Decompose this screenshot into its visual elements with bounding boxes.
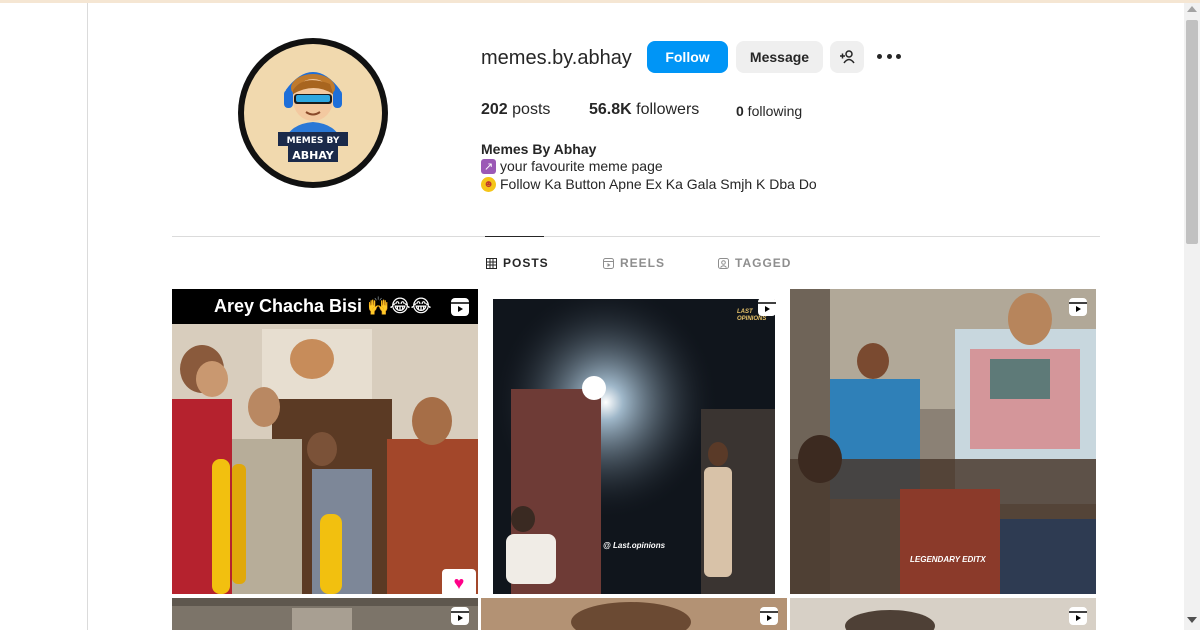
reel-icon (1069, 607, 1087, 625)
tab-posts[interactable]: POSTS (486, 256, 549, 270)
arrow-emoji-icon: ↗ (481, 158, 496, 174)
avatar-text-top: MEMES BY (287, 136, 340, 146)
scroll-up-arrow-icon[interactable] (1187, 6, 1197, 12)
follow-button[interactable]: Follow (647, 41, 728, 73)
bio-line-1-text: your favourite meme page (500, 158, 663, 174)
bio-line-2-text: Follow Ka Button Apne Ex Ka Gala Smjh K … (500, 176, 817, 192)
post-tile-2[interactable]: @ Last.opinions LAST OPINIONS (481, 289, 787, 594)
message-button[interactable]: Message (736, 41, 823, 73)
reels-icon (603, 257, 614, 269)
post-1-thumbnail (172, 289, 478, 594)
bio-name: Memes By Abhay (481, 141, 597, 157)
post-3-thumbnail (790, 289, 1096, 594)
active-tab-indicator (485, 236, 544, 237)
reel-icon (451, 607, 469, 625)
tab-tagged[interactable]: TAGGED (718, 256, 791, 270)
tab-tagged-label: TAGGED (735, 256, 792, 270)
posts-count: 202 posts (481, 101, 551, 118)
grid-icon (486, 257, 497, 269)
following-link[interactable]: 0 following (736, 103, 802, 119)
tab-reels-label: REELS (620, 256, 666, 270)
laughing-emoji-icon: ☻ (481, 176, 496, 192)
post-tile-1[interactable]: Arey Chacha Bisi 🙌😂😂 ♥ (172, 289, 478, 594)
add-user-icon (840, 50, 855, 64)
tabs-divider (172, 236, 1100, 237)
post-2-watermark: @ Last.opinions (603, 541, 666, 550)
reel-icon (758, 298, 776, 316)
tab-posts-label: POSTS (503, 256, 549, 270)
reel-icon (451, 298, 469, 316)
scroll-down-arrow-icon[interactable] (1187, 617, 1197, 623)
post-5-thumbnail (481, 598, 787, 630)
bio-line-1: ↗ your favourite meme page (481, 158, 663, 174)
heart-badge: ♥ (442, 569, 476, 594)
reel-icon (1069, 298, 1087, 316)
post-tile-3[interactable]: LEGENDARY EDITX (790, 289, 1096, 594)
profile-avatar[interactable]: MEMES BY ABHAY (238, 38, 388, 188)
bio-line-2: ☻ Follow Ka Button Apne Ex Ka Gala Smjh … (481, 176, 817, 192)
add-user-button[interactable] (830, 41, 864, 73)
scrollbar-thumb[interactable] (1186, 20, 1198, 244)
post-tile-6[interactable] (790, 598, 1096, 630)
tagged-icon (718, 257, 729, 269)
avatar-text-bottom: ABHAY (292, 149, 335, 162)
post-1-caption: Arey Chacha Bisi 🙌😂😂 (172, 289, 478, 324)
post-tile-4[interactable] (172, 598, 478, 630)
reel-icon (760, 607, 778, 625)
post-4-thumbnail (172, 598, 478, 630)
tab-reels[interactable]: REELS (603, 256, 665, 270)
post-tile-5[interactable] (481, 598, 787, 630)
followers-link[interactable]: 56.8K followers (589, 101, 699, 119)
profile-username: memes.by.abhay (481, 47, 632, 69)
browser-top-edge (0, 0, 1200, 3)
avatar-image: MEMES BY ABHAY (244, 44, 382, 182)
post-3-watermark: LEGENDARY EDITX (910, 555, 986, 564)
left-sidebar (0, 3, 88, 630)
post-6-thumbnail (790, 598, 1096, 630)
more-options-icon[interactable] (877, 48, 901, 64)
